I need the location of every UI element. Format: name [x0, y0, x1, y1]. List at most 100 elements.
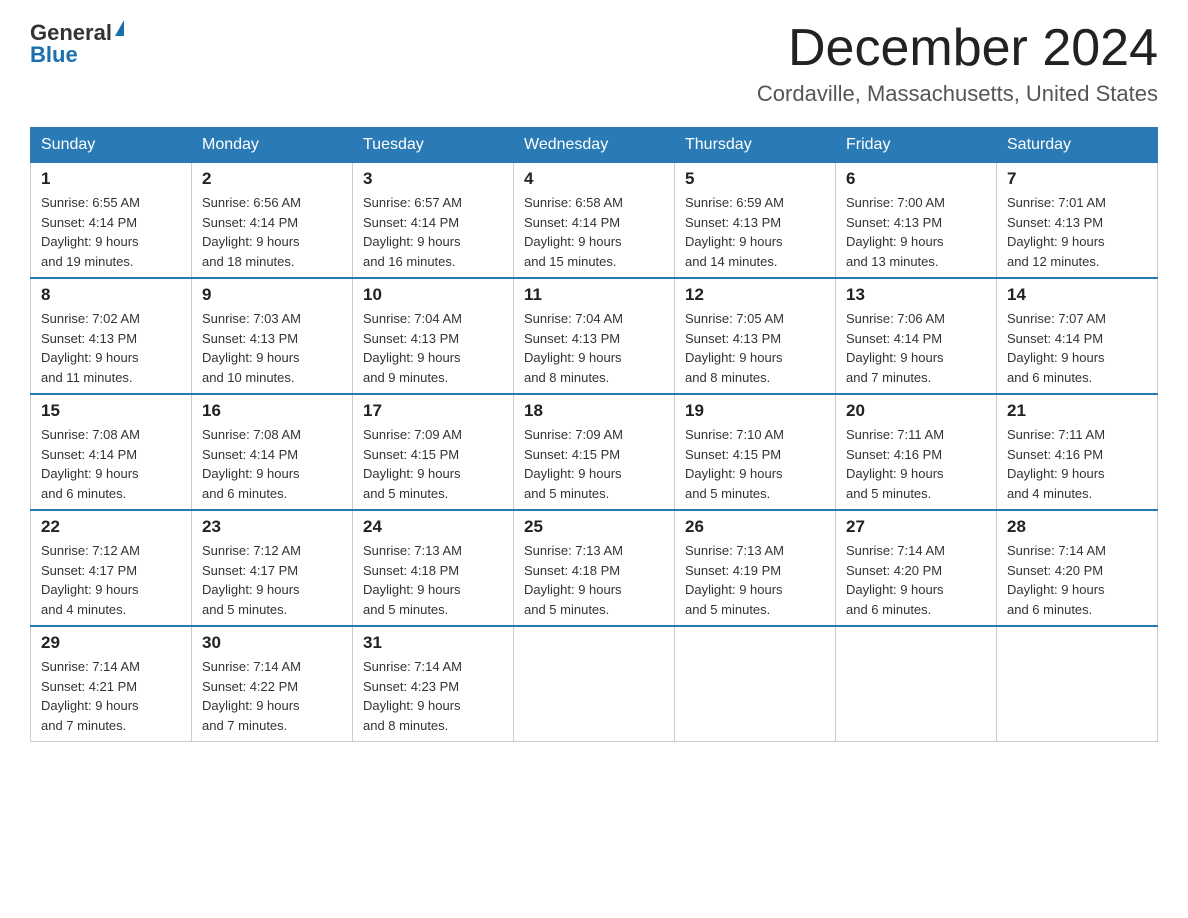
calendar-header-saturday: Saturday: [997, 128, 1158, 163]
day-number: 16: [202, 401, 342, 421]
day-info: Sunrise: 6:58 AMSunset: 4:14 PMDaylight:…: [524, 193, 664, 271]
day-number: 11: [524, 285, 664, 305]
calendar-week-row: 8 Sunrise: 7:02 AMSunset: 4:13 PMDayligh…: [31, 278, 1158, 394]
day-info: Sunrise: 7:14 AMSunset: 4:21 PMDaylight:…: [41, 657, 181, 735]
calendar-cell: 27 Sunrise: 7:14 AMSunset: 4:20 PMDaylig…: [836, 510, 997, 626]
day-number: 2: [202, 169, 342, 189]
calendar-cell: 16 Sunrise: 7:08 AMSunset: 4:14 PMDaylig…: [192, 394, 353, 510]
day-info: Sunrise: 7:01 AMSunset: 4:13 PMDaylight:…: [1007, 193, 1147, 271]
calendar-cell: 1 Sunrise: 6:55 AMSunset: 4:14 PMDayligh…: [31, 163, 192, 279]
day-number: 8: [41, 285, 181, 305]
calendar-week-row: 22 Sunrise: 7:12 AMSunset: 4:17 PMDaylig…: [31, 510, 1158, 626]
day-number: 23: [202, 517, 342, 537]
day-info: Sunrise: 7:10 AMSunset: 4:15 PMDaylight:…: [685, 425, 825, 503]
day-number: 26: [685, 517, 825, 537]
day-number: 12: [685, 285, 825, 305]
day-number: 22: [41, 517, 181, 537]
calendar-table: SundayMondayTuesdayWednesdayThursdayFrid…: [30, 127, 1158, 742]
day-info: Sunrise: 7:14 AMSunset: 4:22 PMDaylight:…: [202, 657, 342, 735]
day-info: Sunrise: 7:04 AMSunset: 4:13 PMDaylight:…: [363, 309, 503, 387]
calendar-cell: [997, 626, 1158, 742]
calendar-week-row: 1 Sunrise: 6:55 AMSunset: 4:14 PMDayligh…: [31, 163, 1158, 279]
day-number: 17: [363, 401, 503, 421]
day-number: 31: [363, 633, 503, 653]
calendar-cell: 22 Sunrise: 7:12 AMSunset: 4:17 PMDaylig…: [31, 510, 192, 626]
calendar-cell: 26 Sunrise: 7:13 AMSunset: 4:19 PMDaylig…: [675, 510, 836, 626]
calendar-cell: 15 Sunrise: 7:08 AMSunset: 4:14 PMDaylig…: [31, 394, 192, 510]
logo-blue-text: Blue: [30, 42, 78, 68]
calendar-week-row: 29 Sunrise: 7:14 AMSunset: 4:21 PMDaylig…: [31, 626, 1158, 742]
calendar-cell: 25 Sunrise: 7:13 AMSunset: 4:18 PMDaylig…: [514, 510, 675, 626]
calendar-cell: 28 Sunrise: 7:14 AMSunset: 4:20 PMDaylig…: [997, 510, 1158, 626]
day-number: 9: [202, 285, 342, 305]
calendar-cell: 4 Sunrise: 6:58 AMSunset: 4:14 PMDayligh…: [514, 163, 675, 279]
calendar-cell: 2 Sunrise: 6:56 AMSunset: 4:14 PMDayligh…: [192, 163, 353, 279]
day-number: 20: [846, 401, 986, 421]
day-info: Sunrise: 7:09 AMSunset: 4:15 PMDaylight:…: [524, 425, 664, 503]
day-info: Sunrise: 7:00 AMSunset: 4:13 PMDaylight:…: [846, 193, 986, 271]
page-title: December 2024: [757, 20, 1158, 77]
calendar-cell: 31 Sunrise: 7:14 AMSunset: 4:23 PMDaylig…: [353, 626, 514, 742]
day-info: Sunrise: 7:11 AMSunset: 4:16 PMDaylight:…: [846, 425, 986, 503]
day-info: Sunrise: 6:57 AMSunset: 4:14 PMDaylight:…: [363, 193, 503, 271]
day-info: Sunrise: 7:12 AMSunset: 4:17 PMDaylight:…: [202, 541, 342, 619]
calendar-week-row: 15 Sunrise: 7:08 AMSunset: 4:14 PMDaylig…: [31, 394, 1158, 510]
day-number: 5: [685, 169, 825, 189]
calendar-cell: 8 Sunrise: 7:02 AMSunset: 4:13 PMDayligh…: [31, 278, 192, 394]
day-info: Sunrise: 6:55 AMSunset: 4:14 PMDaylight:…: [41, 193, 181, 271]
calendar-cell: 23 Sunrise: 7:12 AMSunset: 4:17 PMDaylig…: [192, 510, 353, 626]
calendar-cell: 11 Sunrise: 7:04 AMSunset: 4:13 PMDaylig…: [514, 278, 675, 394]
calendar-cell: 14 Sunrise: 7:07 AMSunset: 4:14 PMDaylig…: [997, 278, 1158, 394]
calendar-cell: 7 Sunrise: 7:01 AMSunset: 4:13 PMDayligh…: [997, 163, 1158, 279]
day-number: 29: [41, 633, 181, 653]
day-info: Sunrise: 7:14 AMSunset: 4:23 PMDaylight:…: [363, 657, 503, 735]
day-info: Sunrise: 7:07 AMSunset: 4:14 PMDaylight:…: [1007, 309, 1147, 387]
day-info: Sunrise: 7:05 AMSunset: 4:13 PMDaylight:…: [685, 309, 825, 387]
calendar-cell: 20 Sunrise: 7:11 AMSunset: 4:16 PMDaylig…: [836, 394, 997, 510]
day-info: Sunrise: 7:13 AMSunset: 4:19 PMDaylight:…: [685, 541, 825, 619]
day-info: Sunrise: 7:04 AMSunset: 4:13 PMDaylight:…: [524, 309, 664, 387]
day-number: 15: [41, 401, 181, 421]
day-info: Sunrise: 7:02 AMSunset: 4:13 PMDaylight:…: [41, 309, 181, 387]
day-number: 14: [1007, 285, 1147, 305]
day-info: Sunrise: 6:59 AMSunset: 4:13 PMDaylight:…: [685, 193, 825, 271]
day-number: 25: [524, 517, 664, 537]
calendar-cell: 10 Sunrise: 7:04 AMSunset: 4:13 PMDaylig…: [353, 278, 514, 394]
calendar-header-tuesday: Tuesday: [353, 128, 514, 163]
calendar-cell: 13 Sunrise: 7:06 AMSunset: 4:14 PMDaylig…: [836, 278, 997, 394]
calendar-cell: 21 Sunrise: 7:11 AMSunset: 4:16 PMDaylig…: [997, 394, 1158, 510]
day-info: Sunrise: 7:08 AMSunset: 4:14 PMDaylight:…: [41, 425, 181, 503]
calendar-cell: 29 Sunrise: 7:14 AMSunset: 4:21 PMDaylig…: [31, 626, 192, 742]
day-number: 4: [524, 169, 664, 189]
day-info: Sunrise: 7:09 AMSunset: 4:15 PMDaylight:…: [363, 425, 503, 503]
day-number: 21: [1007, 401, 1147, 421]
day-info: Sunrise: 7:13 AMSunset: 4:18 PMDaylight:…: [524, 541, 664, 619]
day-number: 19: [685, 401, 825, 421]
day-info: Sunrise: 6:56 AMSunset: 4:14 PMDaylight:…: [202, 193, 342, 271]
day-info: Sunrise: 7:06 AMSunset: 4:14 PMDaylight:…: [846, 309, 986, 387]
day-number: 3: [363, 169, 503, 189]
day-info: Sunrise: 7:03 AMSunset: 4:13 PMDaylight:…: [202, 309, 342, 387]
calendar-cell: 30 Sunrise: 7:14 AMSunset: 4:22 PMDaylig…: [192, 626, 353, 742]
calendar-header-row: SundayMondayTuesdayWednesdayThursdayFrid…: [31, 128, 1158, 163]
day-number: 13: [846, 285, 986, 305]
calendar-cell: 18 Sunrise: 7:09 AMSunset: 4:15 PMDaylig…: [514, 394, 675, 510]
day-number: 7: [1007, 169, 1147, 189]
calendar-cell: [836, 626, 997, 742]
logo: General Blue: [30, 20, 124, 68]
day-info: Sunrise: 7:14 AMSunset: 4:20 PMDaylight:…: [1007, 541, 1147, 619]
calendar-cell: [514, 626, 675, 742]
day-info: Sunrise: 7:12 AMSunset: 4:17 PMDaylight:…: [41, 541, 181, 619]
day-number: 30: [202, 633, 342, 653]
day-number: 28: [1007, 517, 1147, 537]
day-number: 18: [524, 401, 664, 421]
day-number: 10: [363, 285, 503, 305]
calendar-cell: 6 Sunrise: 7:00 AMSunset: 4:13 PMDayligh…: [836, 163, 997, 279]
calendar-cell: 17 Sunrise: 7:09 AMSunset: 4:15 PMDaylig…: [353, 394, 514, 510]
page-header: General Blue December 2024 Cordaville, M…: [30, 20, 1158, 107]
calendar-cell: 12 Sunrise: 7:05 AMSunset: 4:13 PMDaylig…: [675, 278, 836, 394]
day-info: Sunrise: 7:11 AMSunset: 4:16 PMDaylight:…: [1007, 425, 1147, 503]
calendar-header-sunday: Sunday: [31, 128, 192, 163]
logo-triangle-icon: [115, 20, 124, 36]
day-info: Sunrise: 7:14 AMSunset: 4:20 PMDaylight:…: [846, 541, 986, 619]
